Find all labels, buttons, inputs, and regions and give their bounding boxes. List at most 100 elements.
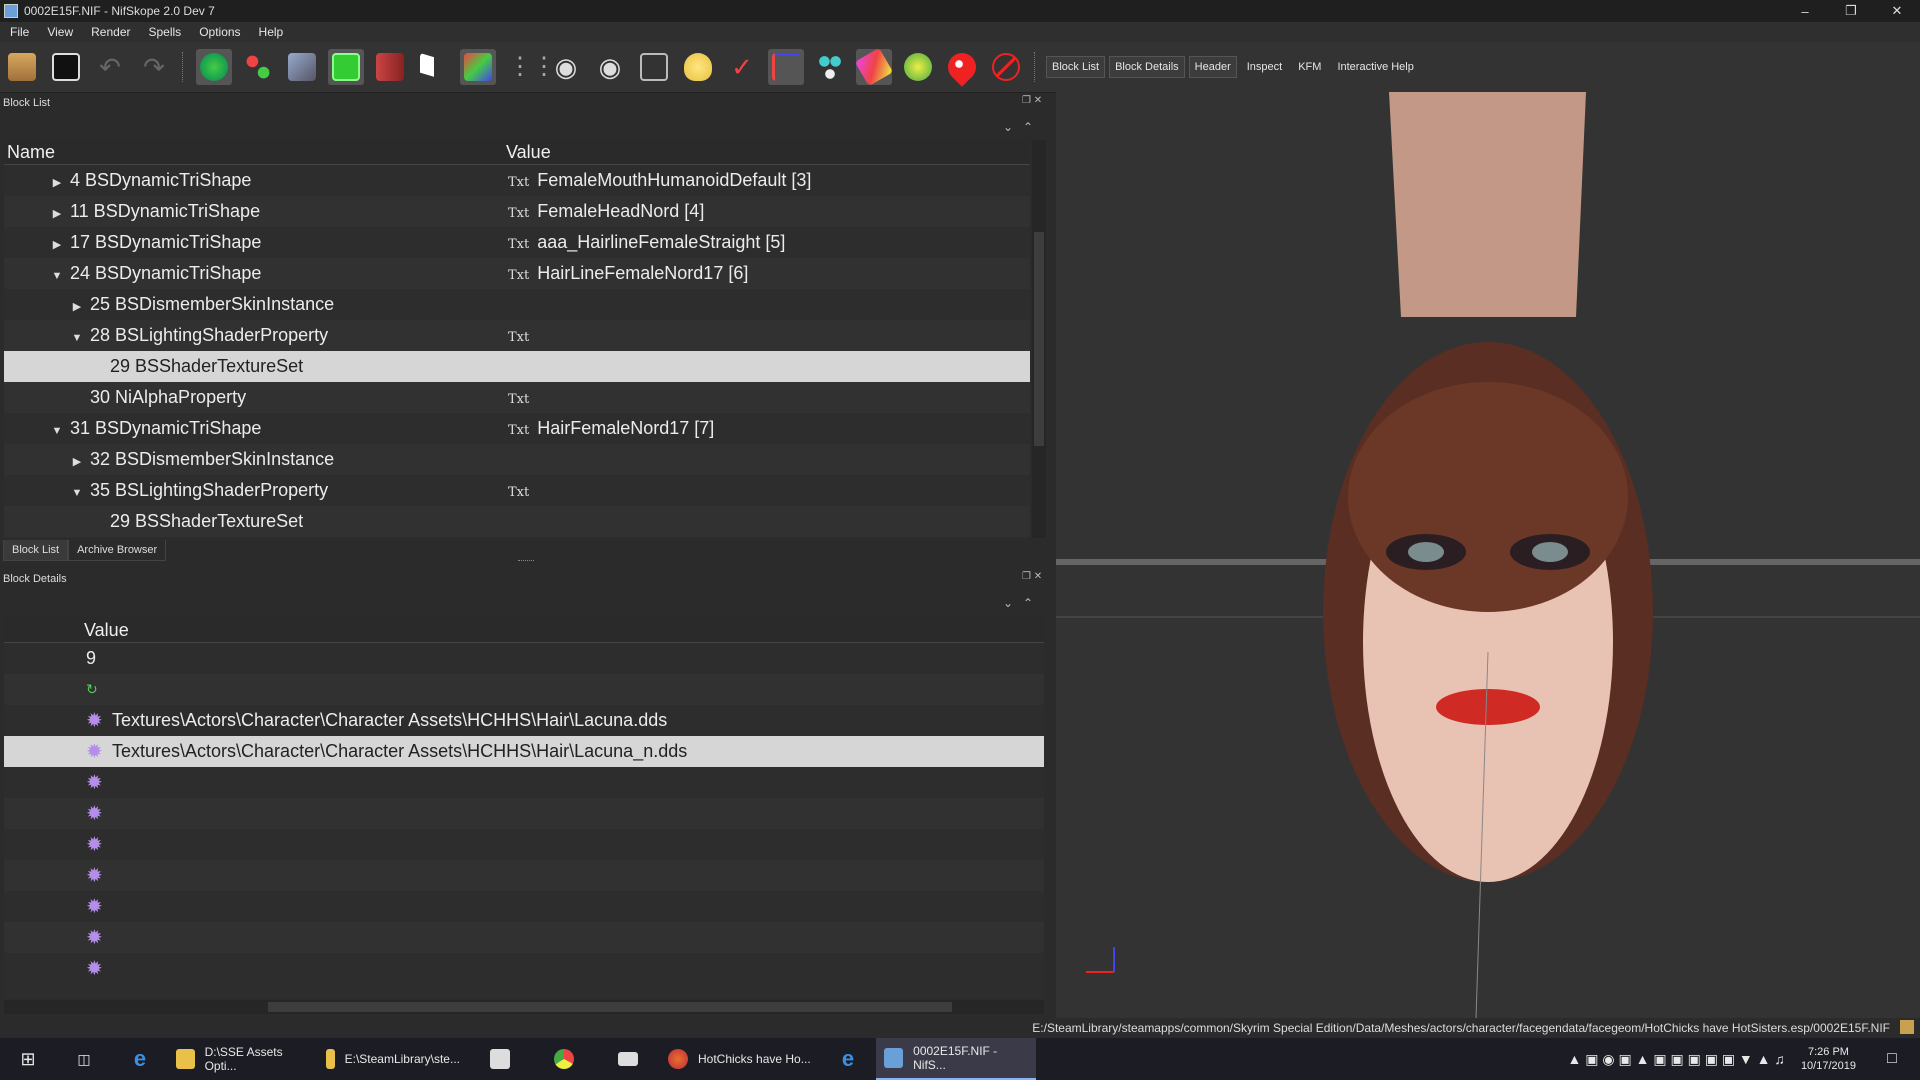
block-list-row[interactable]: 30 NiAlphaProperty Txt <box>4 382 1030 413</box>
block-list-row[interactable]: ▶ 25 BSDismemberSkinInstance <box>4 289 1030 320</box>
view-top-button[interactable] <box>284 49 320 85</box>
chrome-button[interactable] <box>532 1038 596 1080</box>
hide-markers-button[interactable] <box>988 49 1024 85</box>
block-list-row[interactable]: ▼ 35 BSLightingShaderProperty Txt <box>4 475 1030 506</box>
close-button[interactable]: ✕ <box>1874 0 1920 22</box>
menu-options[interactable]: Options <box>189 25 248 39</box>
toolbar-tab-kfm[interactable]: KFM <box>1292 56 1327 78</box>
load-button[interactable] <box>4 49 40 85</box>
expanded-arrow-icon[interactable]: ▼ <box>70 332 84 344</box>
collapsed-arrow-icon[interactable]: ▶ <box>50 238 64 251</box>
render-viewport[interactable] <box>1056 92 1920 1018</box>
block-details-row[interactable]: 9 <box>4 643 1044 674</box>
column-value-header[interactable]: Value <box>506 142 551 163</box>
toolbar-tab-interactive-help[interactable]: Interactive Help <box>1331 56 1419 78</box>
collapse-expand-icons[interactable]: ⌄ ⌃ <box>1003 120 1033 134</box>
toolbar-tab-inspect[interactable]: Inspect <box>1241 56 1288 78</box>
block-list-row[interactable]: ▼ 24 BSDynamicTriShape Txt HairLineFemaleNo… <box>4 258 1030 289</box>
notifications-button[interactable]: □ <box>1864 1038 1920 1080</box>
hscroll-thumb[interactable] <box>268 1002 952 1012</box>
block-details-dock-controls[interactable]: ❐ ✕ <box>1022 571 1042 582</box>
block-list-row[interactable]: ▶ 32 BSDismemberSkinInstance <box>4 444 1030 475</box>
expanded-arrow-icon[interactable]: ▼ <box>50 270 64 282</box>
block-details-row[interactable]: ✹ <box>4 798 1044 829</box>
expanded-arrow-icon[interactable]: ▼ <box>70 487 84 499</box>
splitter-handle[interactable] <box>518 560 534 561</box>
column-value-header[interactable]: Value <box>84 620 129 641</box>
block-details-hscrollbar[interactable] <box>4 1000 1044 1014</box>
block-details-row[interactable]: ↻ <box>4 674 1044 705</box>
block-list-row[interactable]: 29 BSShaderTextureSet <box>4 351 1030 382</box>
block-details-row[interactable]: ✹ <box>4 860 1044 891</box>
show-nodes-button[interactable]: ◉ <box>592 49 628 85</box>
menu-spells[interactable]: Spells <box>139 25 190 39</box>
ie-button[interactable]: e <box>820 1038 876 1080</box>
restore-button[interactable]: ❐ <box>1828 0 1874 22</box>
view-side-button[interactable] <box>372 49 408 85</box>
texture-icon: ✹ <box>86 926 103 949</box>
save-button[interactable] <box>48 49 84 85</box>
undo-button[interactable]: ↶ <box>92 49 128 85</box>
walk-mode-button[interactable]: ⋮⋮ <box>504 49 556 85</box>
column-name-header[interactable]: Name <box>7 142 55 163</box>
block-details-row[interactable]: ✹ <box>4 891 1044 922</box>
tab-archive-browser[interactable]: Archive Browser <box>68 540 167 561</box>
redo-button[interactable]: ↷ <box>136 49 172 85</box>
toolbar-tab-block-list[interactable]: Block List <box>1046 56 1106 78</box>
start-button[interactable]: ⊞ <box>0 1038 56 1080</box>
block-details-row[interactable]: ✹ <box>4 953 1044 984</box>
taskbar-app-firefox[interactable]: HotChicks have Ho... <box>660 1038 820 1080</box>
select-vertex-button[interactable] <box>240 49 276 85</box>
block-list-scrollbar[interactable] <box>1032 140 1046 538</box>
vertex-colors-button[interactable] <box>854 47 894 87</box>
tab-block-list[interactable]: Block List <box>3 540 69 561</box>
menu-help[interactable]: Help <box>249 25 292 39</box>
show-skeleton-button[interactable] <box>812 49 848 85</box>
edge-button[interactable]: e <box>112 1038 168 1080</box>
collapsed-arrow-icon[interactable]: ▶ <box>50 176 64 189</box>
toolbar-tab-header[interactable]: Header <box>1188 56 1237 78</box>
task-view-button[interactable]: ◫ <box>56 1038 112 1080</box>
taskbar-app-explorer-1[interactable]: D:\SSE Assets Opti... <box>168 1038 318 1080</box>
view-front-button[interactable] <box>328 49 364 85</box>
collapsed-arrow-icon[interactable]: ▶ <box>70 300 84 313</box>
block-details-row[interactable]: ✹ <box>4 922 1044 953</box>
menu-file[interactable]: File <box>0 25 37 39</box>
collapsed-arrow-icon[interactable]: ▶ <box>50 207 64 220</box>
expanded-arrow-icon[interactable]: ▼ <box>50 425 64 437</box>
screenshot-button[interactable] <box>636 49 672 85</box>
system-tray-icons[interactable]: ▲ ▣ ◉ ▣ ▲ ▣ ▣ ▣ ▣ ▣ ▼ ▲ ♫ <box>1560 1038 1793 1080</box>
show-normals-button[interactable] <box>900 49 936 85</box>
scrollbar-thumb[interactable] <box>1034 232 1044 446</box>
toolbar-tab-block-details[interactable]: Block Details <box>1109 56 1185 78</box>
menu-render[interactable]: Render <box>81 25 138 39</box>
block-list-dock-controls[interactable]: ❐ ✕ <box>1022 95 1042 106</box>
block-list-row[interactable]: ▼ 28 BSLightingShaderProperty Txt <box>4 320 1030 351</box>
collapse-expand-icons[interactable]: ⌄ ⌃ <box>1003 596 1033 610</box>
block-list-row[interactable]: ▼ 31 BSDynamicTriShape Txt HairFemaleNord17… <box>4 413 1030 444</box>
mail-button[interactable] <box>596 1038 660 1080</box>
view-walk-button[interactable] <box>460 49 496 85</box>
view-user-button[interactable] <box>416 49 452 85</box>
show-axes-button[interactable]: ✓ <box>724 49 760 85</box>
store-button[interactable] <box>468 1038 532 1080</box>
block-details-row[interactable]: ✹ Textures\Actors\Character\Character Ass… <box>4 736 1044 767</box>
taskbar-app-nifskope[interactable]: 0002E15F.NIF - NifS... <box>876 1038 1036 1080</box>
show-hidden-button[interactable]: ◉ <box>548 49 584 85</box>
taskbar-app-explorer-2[interactable]: E:\SteamLibrary\ste... <box>318 1038 468 1080</box>
menu-view[interactable]: View <box>37 25 81 39</box>
block-details-row[interactable]: ✹ <box>4 829 1044 860</box>
block-details-row[interactable]: ✹ <box>4 767 1044 798</box>
clock[interactable]: 7:26 PM 10/17/2019 <box>1793 1038 1864 1080</box>
block-list-row[interactable]: ▶ 4 BSDynamicTriShape Txt FemaleMouthHumano… <box>4 165 1030 196</box>
block-details-row[interactable]: ✹ Textures\Actors\Character\Character Ass… <box>4 705 1044 736</box>
show-markers-button[interactable] <box>942 47 982 87</box>
minimize-button[interactable]: – <box>1782 0 1828 22</box>
lighting-button[interactable] <box>680 49 716 85</box>
block-list-row[interactable]: ▶ 17 BSDynamicTriShape Txt aaa_HairlineFema… <box>4 227 1030 258</box>
show-constraints-button[interactable] <box>768 49 804 85</box>
select-object-button[interactable] <box>196 49 232 85</box>
collapsed-arrow-icon[interactable]: ▶ <box>70 455 84 468</box>
block-list-row[interactable]: 29 BSShaderTextureSet <box>4 506 1030 537</box>
block-list-row[interactable]: ▶ 11 BSDynamicTriShape Txt FemaleHeadNord [… <box>4 196 1030 227</box>
